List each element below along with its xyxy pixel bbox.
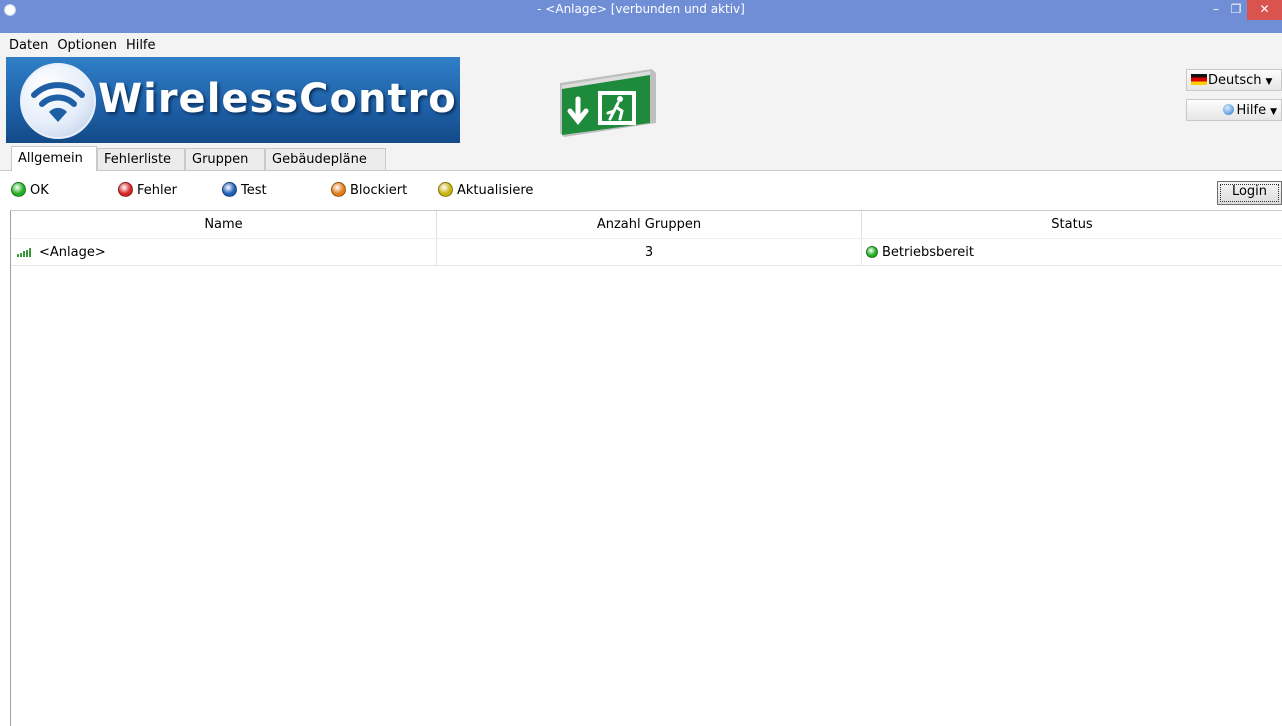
maximize-button[interactable]: ❐: [1226, 0, 1246, 20]
legend-test: Test: [222, 182, 267, 200]
tab-gebaeudeplaene[interactable]: Gebäudepläne: [265, 148, 386, 170]
column-header-status[interactable]: Status: [862, 211, 1282, 238]
menu-bar: Daten Optionen Hilfe: [0, 33, 1282, 57]
menu-hilfe[interactable]: Hilfe: [121, 38, 160, 53]
chevron-down-icon: ▼: [1270, 107, 1277, 117]
menu-optionen[interactable]: Optionen: [52, 38, 121, 53]
status-test-icon: [222, 182, 237, 197]
tab-fehlerliste[interactable]: Fehlerliste: [97, 148, 185, 170]
status-updating-icon: [438, 182, 453, 197]
row-status-cell: Betriebsbereit: [862, 239, 1282, 266]
help-label: Hilfe: [1236, 103, 1267, 118]
column-header-groups[interactable]: Anzahl Gruppen: [437, 211, 862, 238]
table-row[interactable]: <Anlage> 3 Betriebsbereit: [11, 238, 1282, 266]
logo-text: WirelessControl: [98, 76, 460, 122]
legend-fehler: Fehler: [118, 182, 177, 200]
window-title: - <Anlage> [verbunden und aktiv]: [537, 2, 745, 16]
title-bar: - <Anlage> [verbunden und aktiv] – ❐ ✕: [0, 0, 1282, 33]
wirelesscontrol-logo: WirelessControl: [6, 57, 460, 143]
tab-allgemein[interactable]: Allgemein: [11, 146, 97, 172]
row-name-cell: <Anlage>: [11, 239, 437, 266]
status-ok-icon: [866, 246, 878, 258]
minimize-button[interactable]: –: [1206, 0, 1226, 20]
signal-strength-icon: [17, 240, 33, 267]
status-blocked-icon: [331, 182, 346, 197]
legend-blockiert: Blockiert: [331, 182, 407, 200]
chevron-down-icon: ▼: [1265, 77, 1273, 87]
legend-aktualisiere: Aktualisiere: [438, 182, 533, 200]
tab-bar: Allgemein Fehlerliste Gruppen Gebäudeplä…: [0, 144, 1282, 172]
close-button[interactable]: ✕: [1247, 0, 1282, 20]
emergency-exit-sign-icon: [556, 63, 660, 137]
banner: WirelessControl Deutsch ▼ Hilfe ▼: [0, 57, 1282, 144]
language-label: Deutsch: [1208, 73, 1262, 88]
row-groups-cell: 3: [437, 239, 862, 266]
status-error-icon: [118, 182, 133, 197]
tab-gruppen[interactable]: Gruppen: [185, 148, 265, 170]
status-legend: OK Fehler Test Blockiert Aktualisiere Lo…: [0, 171, 1282, 210]
german-flag-icon: [1191, 74, 1207, 85]
legend-ok: OK: [11, 182, 49, 200]
menu-daten[interactable]: Daten: [0, 38, 52, 53]
login-button[interactable]: Login: [1217, 181, 1282, 205]
row-status-label: Betriebsbereit: [882, 245, 975, 260]
globe-icon: [1222, 104, 1234, 115]
table-header: Name Anzahl Gruppen Status: [11, 211, 1282, 238]
language-dropdown[interactable]: Deutsch ▼: [1186, 69, 1282, 91]
status-ok-icon: [11, 182, 26, 197]
installation-table: Name Anzahl Gruppen Status <Anlage> 3 Be…: [10, 210, 1282, 726]
row-name-label: <Anlage>: [39, 245, 106, 260]
column-header-name[interactable]: Name: [11, 211, 437, 238]
wifi-icon: [20, 63, 96, 139]
help-dropdown[interactable]: Hilfe ▼: [1186, 99, 1282, 121]
